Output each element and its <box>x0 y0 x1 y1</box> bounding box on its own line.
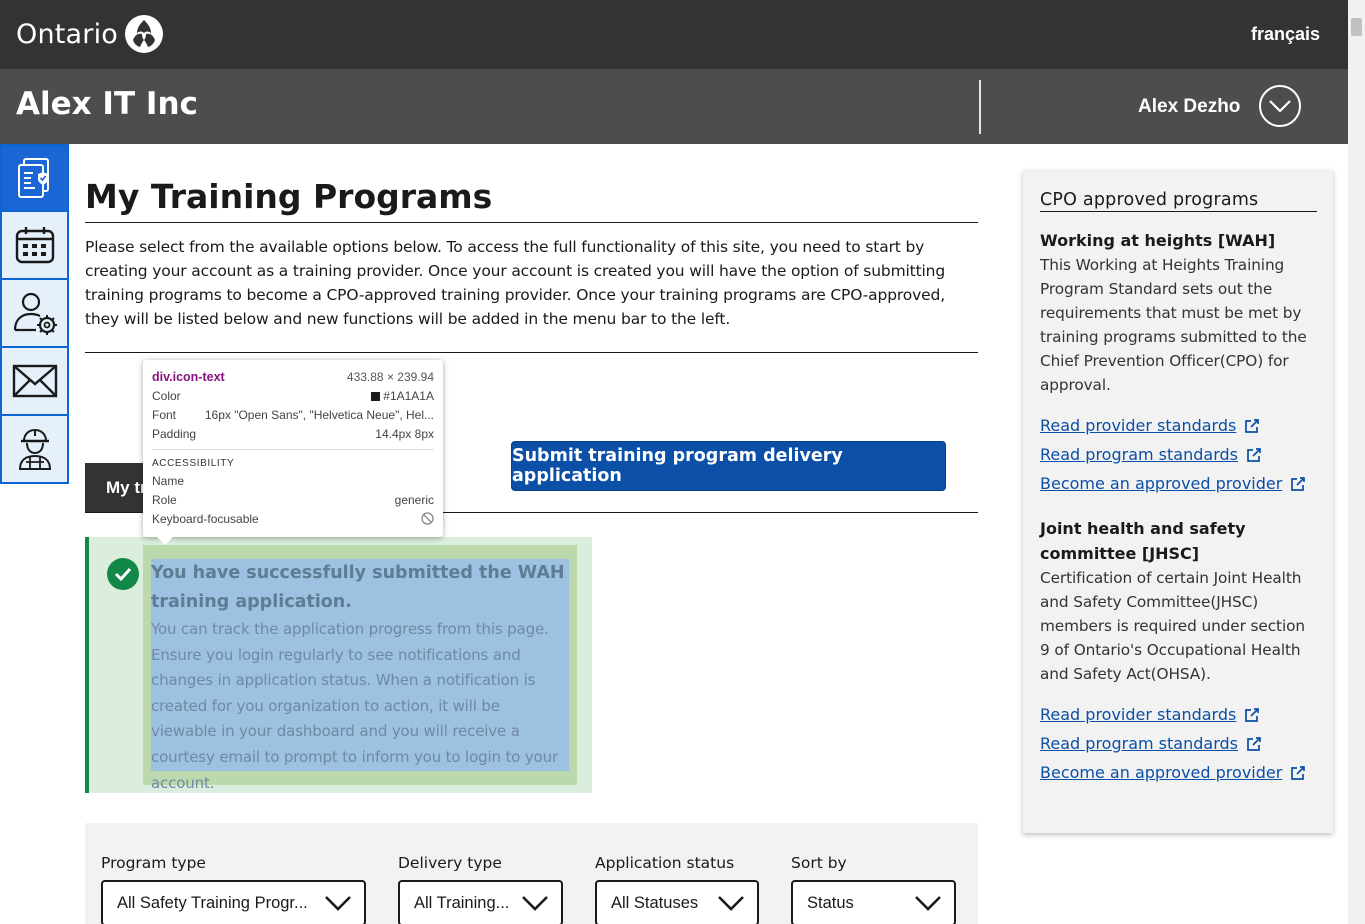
sort-by-filter: Sort by Status <box>791 854 956 924</box>
inspect-tooltip: div.icon-text 433.88 × 239.94 Color #1A1A1… <box>143 360 443 545</box>
read-program-standards-link[interactable]: Read program standards <box>1040 440 1317 469</box>
organization-bar: Alex IT Inc Alex Dezho <box>0 70 1348 144</box>
tooltip-color-label: Color <box>152 388 181 403</box>
worker-icon <box>18 428 51 470</box>
tooltip-size: 433.88 × 239.94 <box>346 369 434 384</box>
user-settings-icon <box>13 292 57 335</box>
select-value: All Training... <box>414 893 510 912</box>
read-program-standards-link[interactable]: Read program standards <box>1040 729 1317 758</box>
icon-text: You have successfully submitted the WAH … <box>151 559 569 792</box>
tooltip-font-value: 16px "Open Sans", "Helvetica Neue", Hel.… <box>204 407 434 422</box>
tooltip-color-value: #1A1A1A <box>383 388 434 403</box>
external-link-icon <box>1291 765 1306 780</box>
icon-text-padding-highlight: You have successfully submitted the WAH … <box>143 545 577 792</box>
program-description: This Working at Heights Training Program… <box>1040 256 1307 394</box>
nav-account-settings[interactable] <box>0 280 69 348</box>
select-value: Status <box>807 893 854 912</box>
nav-workers[interactable] <box>0 416 69 484</box>
tooltip-font-label: Font <box>152 407 177 422</box>
nav-messages[interactable] <box>0 348 69 416</box>
organization-name: Alex IT Inc <box>16 86 198 122</box>
tooltip-tag: div.icon-text <box>152 369 225 384</box>
select-value: All Safety Training Progr... <box>117 893 308 912</box>
alert-message: You can track the application progress f… <box>151 620 558 792</box>
main-content: My Training Programs Please select from … <box>85 144 978 924</box>
tooltip-section-heading: ACCESSIBILITY <box>152 449 434 471</box>
program-heading: Working at heights [WAH] <box>1040 231 1276 250</box>
tooltip-name-label: Name <box>152 473 185 488</box>
filter-panel: Program type All Safety Training Progr..… <box>85 823 978 924</box>
submit-application-button[interactable]: Submit training program delivery applica… <box>511 441 946 491</box>
link-label: Read provider standards <box>1040 705 1237 724</box>
external-link-icon <box>1291 476 1306 491</box>
color-swatch <box>371 391 381 401</box>
mail-icon <box>12 364 57 398</box>
application-status-filter: Application status All Statuses <box>595 854 759 924</box>
filter-label: Application status <box>595 854 735 872</box>
chevron-down-icon <box>1269 100 1291 113</box>
scrollbar-thumb[interactable] <box>1351 18 1362 36</box>
link-label: Read program standards <box>1040 734 1238 753</box>
delivery-type-select[interactable]: All Training... <box>398 880 563 924</box>
tooltip-role-label: Role <box>152 492 177 507</box>
become-approved-provider-link[interactable]: Become an approved provider <box>1040 758 1317 787</box>
tooltip-role-value: generic <box>394 492 434 507</box>
left-nav-rail <box>0 144 69 484</box>
section-divider <box>85 352 978 353</box>
link-label: Read program standards <box>1040 445 1238 464</box>
filter-label: Program type <box>101 854 206 872</box>
read-provider-standards-link[interactable]: Read provider standards <box>1040 700 1317 729</box>
documents-icon <box>17 158 49 198</box>
filter-label: Sort by <box>791 854 847 872</box>
sidebar-title: CPO approved programs <box>1040 190 1317 212</box>
check-circle-icon <box>107 558 139 590</box>
chevron-down-icon <box>718 896 744 911</box>
nav-training-programs[interactable] <box>0 144 69 212</box>
ontario-logo[interactable]: Ontario <box>16 14 164 54</box>
tooltip-focus-label: Keyboard-focusable <box>152 511 259 526</box>
tooltip-padding-value: 14.4px 8px <box>375 426 434 441</box>
user-name: Alex Dezho <box>1138 96 1241 117</box>
external-link-icon <box>1245 418 1260 433</box>
program-type-filter: Program type All Safety Training Progr..… <box>101 854 366 924</box>
intro-text: Please select from the available options… <box>85 238 946 328</box>
sort-by-select[interactable]: Status <box>791 880 956 924</box>
application-status-select[interactable]: All Statuses <box>595 880 759 924</box>
nav-calendar[interactable] <box>0 212 69 280</box>
external-link-icon <box>1245 707 1260 722</box>
chevron-down-icon <box>915 896 941 911</box>
become-approved-provider-link[interactable]: Become an approved provider <box>1040 469 1317 498</box>
select-value: All Statuses <box>611 893 699 912</box>
program-heading: Joint health and safety committee [JHSC] <box>1040 519 1246 563</box>
external-link-icon <box>1247 447 1261 462</box>
tooltip-padding-label: Padding <box>152 426 197 441</box>
page-title: My Training Programs <box>85 177 978 223</box>
user-menu-button[interactable] <box>1259 85 1301 127</box>
alert-title: You have successfully submitted the WAH … <box>151 563 565 612</box>
external-link-icon <box>1247 736 1261 751</box>
calendar-icon <box>15 227 54 264</box>
trillium-icon <box>125 15 164 53</box>
read-provider-standards-link[interactable]: Read provider standards <box>1040 411 1317 440</box>
delivery-type-filter: Delivery type All Training... <box>398 854 563 924</box>
program-type-select[interactable]: All Safety Training Progr... <box>101 880 366 924</box>
filter-label: Delivery type <box>398 854 502 872</box>
chevron-down-icon <box>325 896 351 911</box>
divider <box>979 80 981 134</box>
cpo-programs-sidebar: CPO approved programs Working at heights… <box>1023 170 1333 833</box>
link-label: Become an approved provider <box>1040 474 1283 493</box>
program-links: Read provider standards Read program sta… <box>1040 700 1317 787</box>
ontario-header: Ontario français <box>0 0 1348 70</box>
program-links: Read provider standards Read program sta… <box>1040 411 1317 498</box>
language-toggle-link[interactable]: français <box>1251 24 1320 45</box>
link-label: Read provider standards <box>1040 416 1237 435</box>
page-scrollbar[interactable] <box>1348 0 1365 924</box>
success-alert: You have successfully submitted the WAH … <box>85 537 592 793</box>
program-description: Certification of certain Joint Health an… <box>1040 569 1305 683</box>
link-label: Become an approved provider <box>1040 763 1283 782</box>
logo-text: Ontario <box>16 18 119 50</box>
not-focusable-icon <box>421 512 434 525</box>
chevron-down-icon <box>522 896 548 911</box>
